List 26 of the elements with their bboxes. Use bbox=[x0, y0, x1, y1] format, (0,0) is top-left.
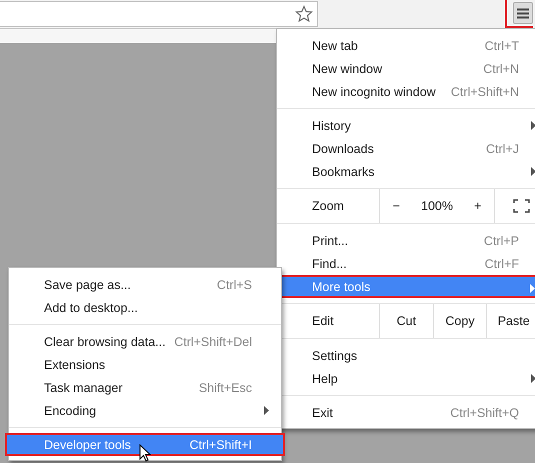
zoom-out-button[interactable]: − bbox=[388, 199, 404, 213]
submenu-arrow-icon bbox=[264, 406, 269, 415]
menu-item[interactable]: New tab Ctrl+T bbox=[277, 34, 535, 57]
submenu-arrow-icon bbox=[531, 374, 535, 383]
menu-item[interactable]: Print... Ctrl+P bbox=[277, 229, 535, 252]
zoom-in-button[interactable]: + bbox=[470, 199, 486, 213]
fullscreen-icon bbox=[513, 199, 530, 213]
menu-button[interactable] bbox=[513, 2, 533, 24]
menu-item[interactable]: Encoding bbox=[9, 399, 281, 422]
menu-item[interactable]: History bbox=[277, 114, 535, 137]
menu-item[interactable]: Find... Ctrl+F bbox=[277, 252, 535, 275]
menu-item[interactable]: New incognito window Ctrl+Shift+N bbox=[277, 80, 535, 103]
edit-label: Edit bbox=[311, 313, 335, 330]
zoom-level: 100% bbox=[421, 199, 453, 213]
menu-icon bbox=[517, 8, 529, 18]
menu-item[interactable]: Add to desktop... bbox=[9, 296, 281, 319]
menu-item[interactable]: Save page as... Ctrl+S bbox=[9, 273, 281, 296]
menu-item[interactable]: Clear browsing data... Ctrl+Shift+Del bbox=[9, 330, 281, 353]
star-icon[interactable] bbox=[295, 5, 313, 23]
menu-item[interactable]: Bookmarks bbox=[277, 160, 535, 183]
submenu-arrow-icon bbox=[531, 121, 535, 130]
zoom-label: Zoom bbox=[311, 198, 345, 215]
submenu-arrow-icon bbox=[530, 284, 535, 293]
menu-item[interactable]: New window Ctrl+N bbox=[277, 57, 535, 80]
menu-item[interactable]: Downloads Ctrl+J bbox=[277, 137, 535, 160]
submenu-arrow-icon bbox=[531, 167, 535, 176]
